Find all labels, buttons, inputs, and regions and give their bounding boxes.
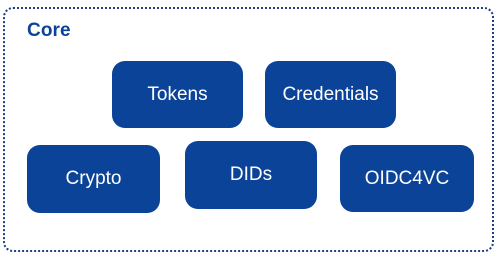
oidc4vc-node: OIDC4VC <box>340 145 474 212</box>
core-group-frame <box>3 7 494 252</box>
tokens-node: Tokens <box>112 61 243 128</box>
crypto-node: Crypto <box>27 145 160 213</box>
core-group-title: Core <box>27 20 71 41</box>
crypto-node-label: Crypto <box>65 168 122 189</box>
tokens-node-label: Tokens <box>147 83 208 105</box>
oidc4vc-node-label: OIDC4VC <box>364 167 450 189</box>
credentials-node-label: Credentials <box>282 83 379 105</box>
dids-node-label: DIDs <box>229 164 273 185</box>
credentials-node: Credentials <box>265 61 396 128</box>
dids-node: DIDs <box>185 141 317 209</box>
